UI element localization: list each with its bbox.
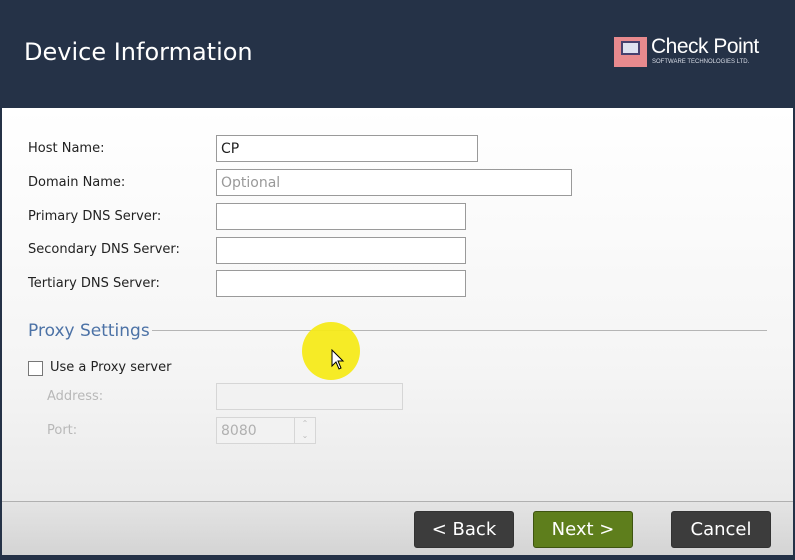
back-button[interactable]: < Back (414, 511, 514, 548)
section-divider (152, 330, 767, 331)
use-proxy-checkbox[interactable] (28, 361, 43, 376)
chevron-up-icon[interactable]: ⌃ (295, 418, 315, 430)
header: Device Information Check Point SOFTWARE … (0, 0, 795, 108)
secondary-dns-label: Secondary DNS Server: (28, 242, 180, 257)
secondary-dns-input[interactable] (216, 237, 466, 264)
domain-name-label: Domain Name: (28, 175, 126, 190)
primary-dns-label: Primary DNS Server: (28, 209, 162, 224)
page-title: Device Information (24, 38, 253, 66)
primary-dns-input[interactable] (216, 203, 466, 230)
port-spinner[interactable]: ⌃ ⌄ (294, 417, 316, 444)
host-name-input[interactable]: CP (216, 135, 478, 162)
tertiary-dns-label: Tertiary DNS Server: (28, 276, 160, 291)
logo-icon (614, 37, 647, 67)
cancel-button[interactable]: Cancel (671, 511, 771, 548)
use-proxy-label[interactable]: Use a Proxy server (50, 360, 171, 375)
address-input[interactable] (216, 383, 403, 410)
proxy-settings-heading: Proxy Settings (28, 321, 150, 341)
port-label: Port: (47, 423, 78, 438)
address-label: Address: (47, 389, 104, 404)
port-input[interactable]: 8080 (216, 417, 295, 444)
logo-subtitle: SOFTWARE TECHNOLOGIES LTD. (652, 59, 750, 65)
next-button[interactable]: Next > (533, 511, 633, 548)
host-name-label: Host Name: (28, 141, 105, 156)
form-panel (2, 108, 793, 501)
mouse-cursor-icon (331, 349, 345, 370)
logo-name: Check Point (651, 35, 759, 58)
check-point-logo: Check Point SOFTWARE TECHNOLOGIES LTD. (614, 35, 774, 69)
tertiary-dns-input[interactable] (216, 270, 466, 297)
chevron-down-icon[interactable]: ⌄ (295, 430, 315, 442)
domain-name-input[interactable]: Optional (216, 169, 572, 196)
